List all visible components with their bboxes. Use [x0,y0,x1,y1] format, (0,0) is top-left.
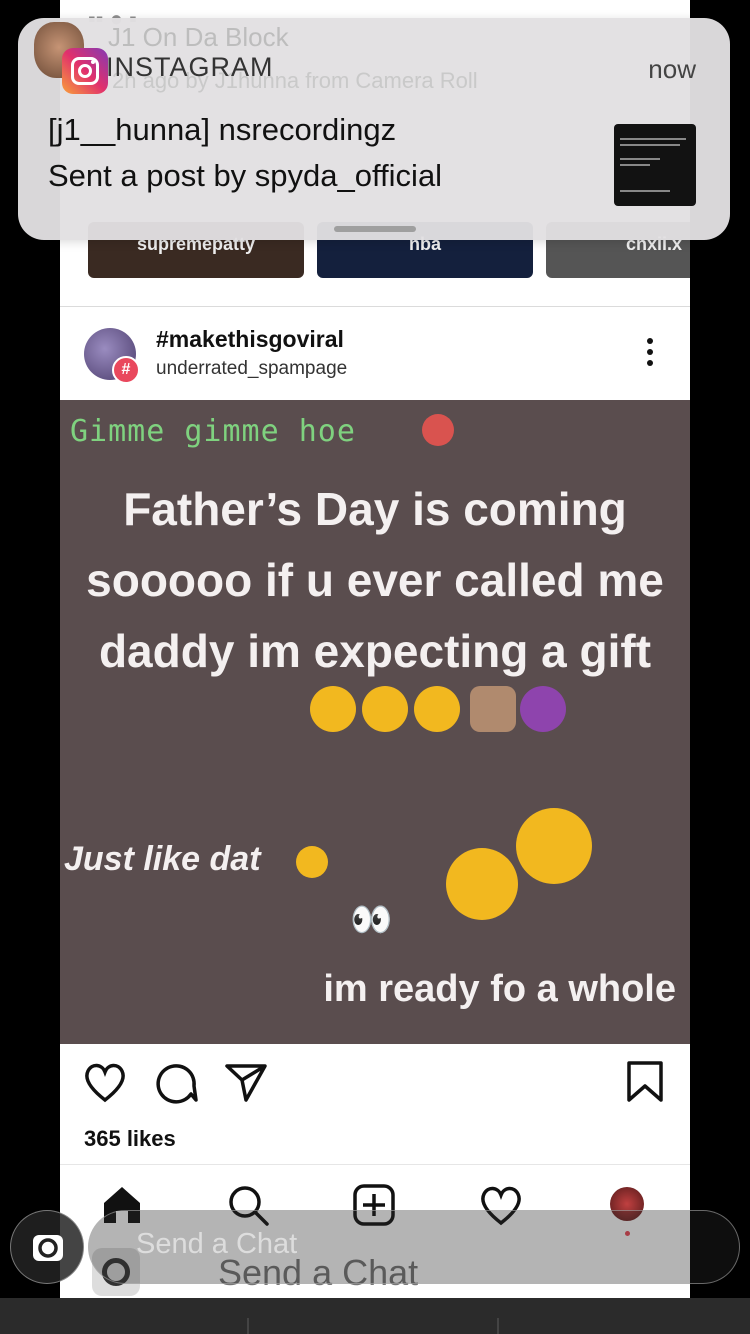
sneezing-emoji-icon [362,686,408,732]
wink-emoji-icon [296,846,328,878]
post-image[interactable]: Gimme gimme hoe Father’s Day is coming s… [60,400,690,1044]
laughing-emoji-icon [310,686,356,732]
hashtag-badge-icon: # [112,356,140,384]
laughing-emoji-icon [446,848,518,920]
divider [60,306,690,307]
post-hashtag-title[interactable]: #makethisgoviral [156,326,344,353]
emoji-row [310,686,590,736]
post-action-bar: 365 likes [60,1044,690,1164]
bookmark-icon[interactable] [626,1060,664,1104]
laughing-emoji-icon [516,808,592,884]
send-icon[interactable] [224,1060,268,1104]
notification-body: Sent a post by spyda_official [48,158,443,193]
image-text-just-like: Just like dat [64,840,261,878]
camera-button[interactable] [10,1210,84,1284]
more-options-icon[interactable] [646,338,654,370]
chat-bar: Send a Chat [0,1210,750,1298]
sneezing-emoji-icon [414,686,460,732]
chat-placeholder: Send a Chat [136,1228,298,1260]
notification-thumbnail [614,124,696,206]
background-ghost-title: J1 On Da Block [108,22,289,52]
shrug-emoji-icon [470,686,516,732]
image-text-gimme: Gimme gimme hoe [70,414,356,449]
heart-icon[interactable] [82,1060,128,1104]
instagram-icon [62,48,108,94]
push-notification[interactable]: J1 On Da Block 2h ago by J1hunna from Ca… [18,18,730,240]
camera-icon [33,1235,63,1261]
notification-drag-handle[interactable] [334,226,416,232]
image-text-ready: im ready fo a whole [323,968,676,1010]
notification-app-name: INSTAGRAM [106,52,274,82]
comment-icon[interactable] [154,1060,198,1104]
eyes-emoji-icon: 👀 [350,901,393,939]
notification-time: now [648,54,696,84]
image-text-main: Father’s Day is coming sooooo if u ever … [86,483,664,677]
post-header: # #makethisgoviral underrated_spampage [60,318,690,398]
notification-title: [j1__hunna] nsrecordingz [48,112,397,147]
likes-count[interactable]: 365 likes [84,1126,176,1152]
post-username[interactable]: underrated_spampage [156,358,347,380]
devil-emoji-icon [422,414,454,446]
system-bottom-bar [0,1298,750,1334]
devil-emoji-icon [520,686,566,732]
